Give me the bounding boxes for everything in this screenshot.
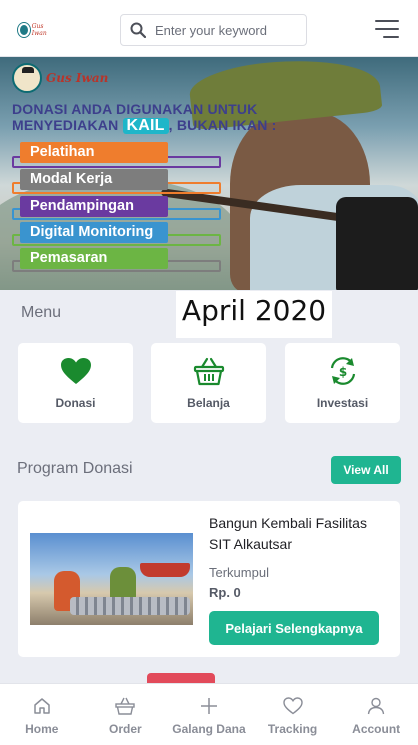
search-icon: [121, 22, 155, 38]
banner-headline: DONASI ANDA DIGUNAKAN UNTUK MENYEDIAKAN …: [12, 101, 282, 134]
view-all-button[interactable]: View All: [331, 456, 401, 484]
investment-icon: $: [327, 356, 359, 386]
plus-icon: [200, 696, 218, 716]
nav-order[interactable]: Order: [84, 684, 168, 745]
logo-text: Gus Iwan: [31, 23, 47, 37]
headline-line2-pre: MENYEDIAKAN: [12, 117, 119, 133]
banner-logo-text: Gus Iwan: [46, 71, 109, 85]
menu-label-donasi: Donasi: [55, 396, 96, 410]
program-donasi-title: Program Donasi: [17, 460, 133, 477]
menu-item-donasi[interactable]: Donasi: [18, 343, 133, 423]
banner-item-pendampingan: Pendampingan: [20, 196, 168, 217]
brand-logo[interactable]: Gus Iwan: [18, 20, 54, 40]
program-image[interactable]: [30, 533, 193, 625]
hero-banner[interactable]: Gus Iwan DONASI ANDA DIGUNAKAN UNTUK MEN…: [0, 57, 418, 290]
svg-text:$: $: [338, 365, 346, 379]
program-name[interactable]: Bangun Kembali Fasilitas SIT Alkautsar: [209, 513, 389, 555]
basket-icon: [193, 356, 225, 386]
nav-home[interactable]: Home: [0, 684, 84, 745]
basket-icon: [115, 696, 136, 716]
collected-label: Terkumpul: [209, 565, 269, 580]
user-icon: [367, 696, 385, 716]
banner-item-modal-kerja: Modal Kerja: [20, 169, 168, 190]
nav-label-account: Account: [352, 722, 401, 736]
headline-line1: DONASI ANDA DIGUNAKAN UNTUK: [12, 101, 258, 117]
nav-label-tracking: Tracking: [267, 722, 318, 736]
program-card[interactable]: Bangun Kembali Fasilitas SIT Alkautsar T…: [18, 501, 400, 657]
learn-more-button[interactable]: Pelajari Selengkapnya: [209, 611, 379, 645]
date-stamp: April 2020: [176, 291, 332, 338]
menu-item-belanja[interactable]: Belanja: [151, 343, 266, 423]
nav-label-order: Order: [109, 722, 142, 736]
nav-account[interactable]: Account: [334, 684, 418, 745]
banner-item-pemasaran: Pemasaran: [20, 248, 168, 269]
nav-galang-dana[interactable]: Galang Dana: [167, 684, 251, 745]
collected-amount: Rp. 0: [209, 585, 241, 600]
search-box[interactable]: [120, 14, 307, 46]
nav-label-galang-dana: Galang Dana: [172, 722, 246, 736]
nav-tracking[interactable]: Tracking: [251, 684, 335, 745]
banner-item-digital-monitoring: Digital Monitoring: [20, 222, 168, 243]
banner-logo: Gus Iwan: [12, 63, 108, 93]
home-icon: [33, 696, 51, 716]
menu-toggle-icon[interactable]: [373, 20, 399, 38]
menu-title: Menu: [21, 304, 62, 321]
heart-icon: [282, 696, 303, 716]
menu-item-investasi[interactable]: $ Investasi: [285, 343, 400, 423]
headline-line2-post: , BUKAN IKAN :: [168, 117, 277, 133]
menu-label-belanja: Belanja: [187, 396, 230, 410]
headline-kail: KAIL: [122, 118, 169, 134]
top-header: Gus Iwan: [0, 0, 418, 57]
search-input[interactable]: [155, 22, 300, 38]
nav-label-home: Home: [25, 722, 59, 736]
bottom-nav: Home Order Galang Dana Tracking Account: [0, 683, 418, 745]
heart-icon: [60, 356, 92, 386]
avatar-icon: [12, 63, 42, 93]
logo-avatar-icon: [18, 23, 30, 37]
banner-item-pelatihan: Pelatihan: [20, 142, 168, 163]
menu-label-investasi: Investasi: [316, 396, 369, 410]
